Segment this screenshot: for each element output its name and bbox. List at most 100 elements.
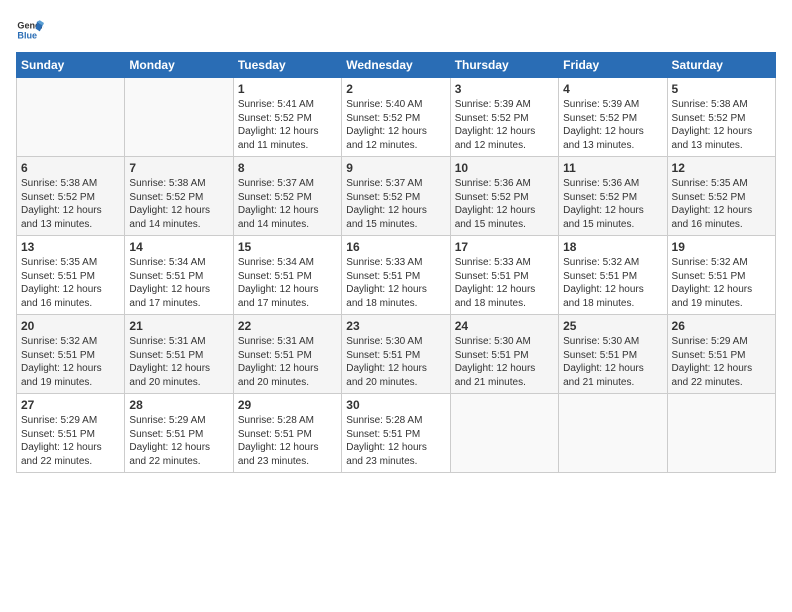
day-number: 20: [21, 319, 120, 333]
calendar-cell: 23 Sunrise: 5:30 AM Sunset: 5:51 PM Dayli…: [342, 315, 450, 394]
weekday-header: Friday: [559, 53, 667, 78]
calendar-cell: 22 Sunrise: 5:31 AM Sunset: 5:51 PM Dayli…: [233, 315, 341, 394]
calendar-cell: 5 Sunrise: 5:38 AM Sunset: 5:52 PM Daylig…: [667, 78, 775, 157]
calendar-week-row: 20 Sunrise: 5:32 AM Sunset: 5:51 PM Dayli…: [17, 315, 776, 394]
day-info: Sunrise: 5:33 AM Sunset: 5:51 PM Dayligh…: [455, 256, 554, 310]
day-info: Sunrise: 5:35 AM Sunset: 5:51 PM Dayligh…: [21, 256, 120, 310]
calendar-cell: 14 Sunrise: 5:34 AM Sunset: 5:51 PM Dayli…: [125, 236, 233, 315]
weekday-header: Wednesday: [342, 53, 450, 78]
calendar-cell: 18 Sunrise: 5:32 AM Sunset: 5:51 PM Dayli…: [559, 236, 667, 315]
calendar-cell: 26Sunrise: 5:29 AM Sunset: 5:51 PM Dayli…: [667, 315, 775, 394]
day-info: Sunrise: 5:40 AM Sunset: 5:52 PM Dayligh…: [346, 98, 445, 152]
calendar-cell: [559, 394, 667, 473]
calendar-cell: 8 Sunrise: 5:37 AM Sunset: 5:52 PM Daylig…: [233, 157, 341, 236]
calendar-cell: 13 Sunrise: 5:35 AM Sunset: 5:51 PM Dayli…: [17, 236, 125, 315]
calendar-cell: 6 Sunrise: 5:38 AM Sunset: 5:52 PM Daylig…: [17, 157, 125, 236]
logo: General Blue: [16, 16, 44, 44]
day-number: 11: [563, 161, 662, 175]
calendar-cell: [450, 394, 558, 473]
calendar-cell: 2 Sunrise: 5:40 AM Sunset: 5:52 PM Daylig…: [342, 78, 450, 157]
svg-text:Blue: Blue: [17, 30, 37, 40]
weekday-header: Monday: [125, 53, 233, 78]
day-info: Sunrise: 5:36 AM Sunset: 5:52 PM Dayligh…: [563, 177, 662, 231]
day-info: Sunrise: 5:31 AM Sunset: 5:51 PM Dayligh…: [129, 335, 228, 389]
calendar-cell: 21 Sunrise: 5:31 AM Sunset: 5:51 PM Dayli…: [125, 315, 233, 394]
calendar-week-row: 13 Sunrise: 5:35 AM Sunset: 5:51 PM Dayli…: [17, 236, 776, 315]
day-number: 6: [21, 161, 120, 175]
day-number: 29: [238, 398, 337, 412]
logo-icon: General Blue: [16, 16, 44, 44]
calendar-cell: 11 Sunrise: 5:36 AM Sunset: 5:52 PM Dayli…: [559, 157, 667, 236]
day-number: 23: [346, 319, 445, 333]
calendar-cell: 7 Sunrise: 5:38 AM Sunset: 5:52 PM Daylig…: [125, 157, 233, 236]
day-info: Sunrise: 5:38 AM Sunset: 5:52 PM Dayligh…: [672, 98, 771, 152]
day-number: 12: [672, 161, 771, 175]
day-number: 10: [455, 161, 554, 175]
calendar-cell: 24 Sunrise: 5:30 AM Sunset: 5:51 PM Dayli…: [450, 315, 558, 394]
day-number: 8: [238, 161, 337, 175]
day-number: 3: [455, 82, 554, 96]
day-info: Sunrise: 5:29 AM Sunset: 5:51 PM Dayligh…: [672, 335, 771, 389]
day-info: Sunrise: 5:36 AM Sunset: 5:52 PM Dayligh…: [455, 177, 554, 231]
day-number: 14: [129, 240, 228, 254]
day-info: Sunrise: 5:35 AM Sunset: 5:52 PM Dayligh…: [672, 177, 771, 231]
day-info: Sunrise: 5:34 AM Sunset: 5:51 PM Dayligh…: [238, 256, 337, 310]
day-number: 19: [672, 240, 771, 254]
calendar-cell: 17Sunrise: 5:33 AM Sunset: 5:51 PM Dayli…: [450, 236, 558, 315]
weekday-header-row: SundayMondayTuesdayWednesdayThursdayFrid…: [17, 53, 776, 78]
calendar-cell: 16Sunrise: 5:33 AM Sunset: 5:51 PM Dayli…: [342, 236, 450, 315]
day-info: Sunrise: 5:30 AM Sunset: 5:51 PM Dayligh…: [563, 335, 662, 389]
day-number: 24: [455, 319, 554, 333]
calendar-table: SundayMondayTuesdayWednesdayThursdayFrid…: [16, 52, 776, 473]
day-number: 27: [21, 398, 120, 412]
weekday-header: Sunday: [17, 53, 125, 78]
day-number: 13: [21, 240, 120, 254]
day-info: Sunrise: 5:39 AM Sunset: 5:52 PM Dayligh…: [563, 98, 662, 152]
weekday-header: Saturday: [667, 53, 775, 78]
day-number: 15: [238, 240, 337, 254]
day-number: 28: [129, 398, 228, 412]
day-info: Sunrise: 5:30 AM Sunset: 5:51 PM Dayligh…: [346, 335, 445, 389]
day-number: 16: [346, 240, 445, 254]
day-info: Sunrise: 5:37 AM Sunset: 5:52 PM Dayligh…: [238, 177, 337, 231]
calendar-cell: 15 Sunrise: 5:34 AM Sunset: 5:51 PM Dayli…: [233, 236, 341, 315]
day-info: Sunrise: 5:37 AM Sunset: 5:52 PM Dayligh…: [346, 177, 445, 231]
calendar-cell: 20 Sunrise: 5:32 AM Sunset: 5:51 PM Dayli…: [17, 315, 125, 394]
calendar-cell: [667, 394, 775, 473]
calendar-cell: 9Sunrise: 5:37 AM Sunset: 5:52 PM Daylig…: [342, 157, 450, 236]
day-number: 7: [129, 161, 228, 175]
day-info: Sunrise: 5:32 AM Sunset: 5:51 PM Dayligh…: [563, 256, 662, 310]
day-info: Sunrise: 5:28 AM Sunset: 5:51 PM Dayligh…: [346, 414, 445, 468]
calendar-cell: 12 Sunrise: 5:35 AM Sunset: 5:52 PM Dayli…: [667, 157, 775, 236]
day-number: 2: [346, 82, 445, 96]
day-number: 5: [672, 82, 771, 96]
day-info: Sunrise: 5:34 AM Sunset: 5:51 PM Dayligh…: [129, 256, 228, 310]
day-info: Sunrise: 5:38 AM Sunset: 5:52 PM Dayligh…: [21, 177, 120, 231]
day-number: 21: [129, 319, 228, 333]
calendar-week-row: 6 Sunrise: 5:38 AM Sunset: 5:52 PM Daylig…: [17, 157, 776, 236]
day-info: Sunrise: 5:28 AM Sunset: 5:51 PM Dayligh…: [238, 414, 337, 468]
weekday-header: Thursday: [450, 53, 558, 78]
day-info: Sunrise: 5:39 AM Sunset: 5:52 PM Dayligh…: [455, 98, 554, 152]
day-info: Sunrise: 5:32 AM Sunset: 5:51 PM Dayligh…: [672, 256, 771, 310]
calendar-cell: 29 Sunrise: 5:28 AM Sunset: 5:51 PM Dayli…: [233, 394, 341, 473]
calendar-cell: 19 Sunrise: 5:32 AM Sunset: 5:51 PM Dayli…: [667, 236, 775, 315]
day-number: 4: [563, 82, 662, 96]
day-info: Sunrise: 5:29 AM Sunset: 5:51 PM Dayligh…: [129, 414, 228, 468]
calendar-cell: [125, 78, 233, 157]
calendar-cell: [17, 78, 125, 157]
calendar-cell: 25Sunrise: 5:30 AM Sunset: 5:51 PM Dayli…: [559, 315, 667, 394]
day-info: Sunrise: 5:38 AM Sunset: 5:52 PM Dayligh…: [129, 177, 228, 231]
weekday-header: Tuesday: [233, 53, 341, 78]
day-info: Sunrise: 5:30 AM Sunset: 5:51 PM Dayligh…: [455, 335, 554, 389]
day-info: Sunrise: 5:41 AM Sunset: 5:52 PM Dayligh…: [238, 98, 337, 152]
calendar-week-row: 27 Sunrise: 5:29 AM Sunset: 5:51 PM Dayli…: [17, 394, 776, 473]
calendar-cell: 1Sunrise: 5:41 AM Sunset: 5:52 PM Daylig…: [233, 78, 341, 157]
day-info: Sunrise: 5:31 AM Sunset: 5:51 PM Dayligh…: [238, 335, 337, 389]
calendar-cell: 28 Sunrise: 5:29 AM Sunset: 5:51 PM Dayli…: [125, 394, 233, 473]
day-info: Sunrise: 5:29 AM Sunset: 5:51 PM Dayligh…: [21, 414, 120, 468]
day-number: 18: [563, 240, 662, 254]
calendar-cell: 27 Sunrise: 5:29 AM Sunset: 5:51 PM Dayli…: [17, 394, 125, 473]
day-number: 22: [238, 319, 337, 333]
day-info: Sunrise: 5:32 AM Sunset: 5:51 PM Dayligh…: [21, 335, 120, 389]
